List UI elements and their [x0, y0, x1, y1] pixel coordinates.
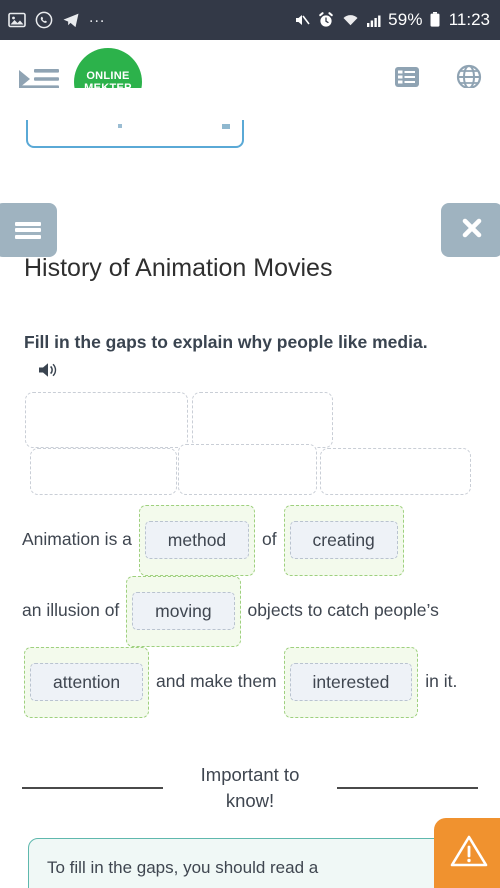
lesson-menu-button[interactable] — [0, 203, 57, 257]
sentence-text: of — [262, 529, 277, 550]
speaker-icon[interactable] — [38, 359, 60, 387]
app-screen: ... 59% 11:23 ONLINE History of Animatio… — [0, 0, 500, 888]
chip-label: moving — [132, 592, 235, 630]
logo-line-1: ONLINE — [86, 70, 130, 82]
warning-button[interactable] — [434, 818, 500, 888]
telegram-icon — [62, 11, 80, 29]
page-title: History of Animation Movies — [24, 254, 333, 282]
divider-right — [337, 787, 478, 789]
answer-chip-creating[interactable]: creating — [283, 505, 404, 576]
image-icon — [8, 11, 26, 29]
answer-chip-attention[interactable]: attention — [24, 647, 150, 718]
battery-percent: 59% — [388, 10, 423, 29]
tip-box: To fill in the gaps, you should read a — [28, 838, 448, 888]
clock-time: 11:23 — [448, 10, 490, 29]
dropzone-5[interactable] — [320, 448, 471, 495]
gap-fill-sentence: Animation is a method of creating an ill… — [22, 505, 482, 718]
wifi-icon — [341, 11, 360, 29]
sentence-text: an illusion of — [22, 600, 120, 621]
pill-clip-mask — [0, 88, 500, 120]
status-overflow-dots: ... — [89, 8, 106, 26]
tip-text: To fill in the gaps, you should read a — [47, 858, 319, 877]
warning-triangle-icon — [449, 833, 489, 874]
dropzone-4[interactable] — [178, 444, 317, 495]
sentence-text: and make them — [156, 671, 277, 692]
dropzone-1[interactable] — [25, 392, 188, 448]
sentence-text: Animation is a — [22, 529, 132, 550]
status-bar-right: 59% 11:23 — [293, 10, 490, 30]
close-lesson-button[interactable] — [441, 203, 500, 257]
sentence-text: in it. — [425, 671, 458, 692]
pill-tick-left — [118, 124, 122, 128]
sentence-text: objects to catch — [247, 600, 370, 621]
chip-label: creating — [289, 521, 398, 559]
pill-tick-right — [222, 124, 230, 129]
alarm-icon — [317, 11, 335, 29]
signal-icon — [366, 12, 382, 28]
answer-chip-interested[interactable]: interested — [283, 647, 419, 718]
answer-chip-method[interactable]: method — [138, 505, 256, 576]
chip-label: attention — [30, 663, 144, 701]
status-bar-left: ... — [8, 8, 106, 29]
whatsapp-icon — [35, 11, 53, 29]
dropzone-3[interactable] — [30, 448, 177, 495]
close-icon — [460, 216, 484, 245]
task-instruction: Fill in the gaps to explain why people l… — [24, 328, 454, 387]
hamburger-icon — [15, 219, 41, 241]
task-instruction-text: Fill in the gaps to explain why people l… — [24, 332, 428, 352]
status-bar: ... 59% 11:23 — [0, 0, 500, 40]
mute-icon — [293, 11, 311, 29]
important-heading: Important to know! — [200, 764, 300, 811]
chip-label: interested — [289, 663, 413, 701]
sentence-text: people’s — [373, 600, 439, 621]
important-heading-row: Important to know! — [22, 762, 478, 814]
chip-label: method — [144, 521, 250, 559]
battery-icon — [429, 11, 441, 29]
answer-chip-moving[interactable]: moving — [126, 576, 241, 647]
dropzone-2[interactable] — [192, 392, 333, 448]
divider-left — [22, 787, 163, 789]
